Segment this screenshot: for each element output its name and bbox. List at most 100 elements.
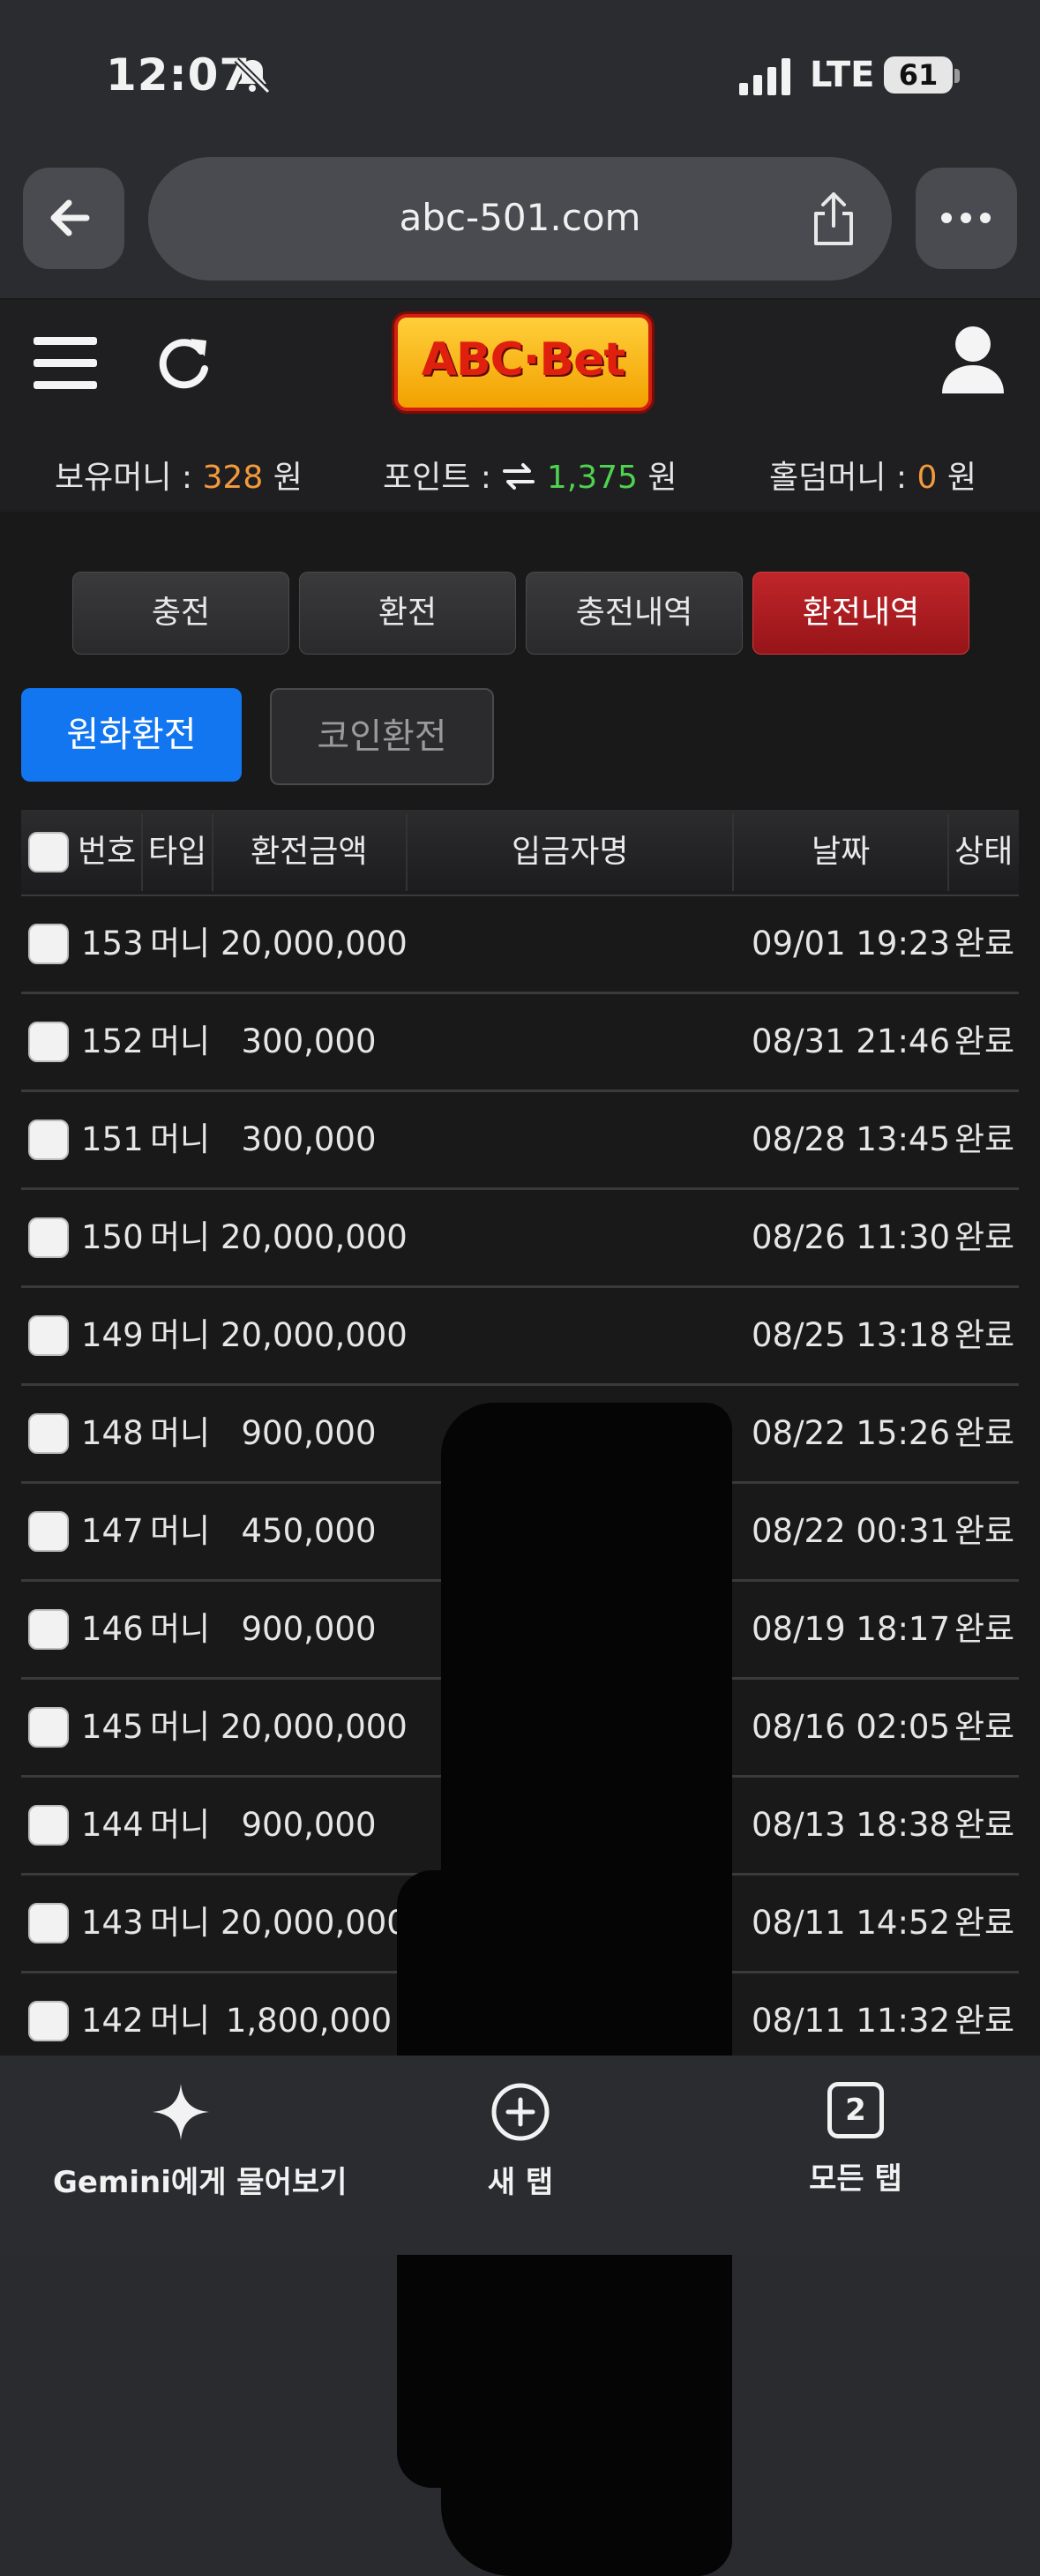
row-status: 완료 (954, 1316, 1015, 1354)
holdem-value: 0 (917, 460, 938, 496)
row-amount: 20,000,000 (221, 1904, 408, 1942)
holdem-unit: 원 (946, 460, 976, 496)
header-status: 상태 (954, 834, 1014, 870)
tab-deposit[interactable]: 충전 (72, 572, 289, 655)
more-options-button[interactable] (916, 168, 1017, 269)
row-type: 머니 (150, 1414, 211, 1452)
row-checkbox[interactable] (28, 1022, 69, 1062)
points-value: 1,375 (546, 460, 638, 496)
row-amount: 900,000 (241, 1610, 377, 1648)
points-label: 포인트 : (383, 460, 491, 496)
tab-withdraw-history[interactable]: 환전내역 (752, 572, 969, 655)
table-row[interactable]: 152 머니 300,000 08/31 21:46 완료 (21, 994, 1019, 1092)
money-unit: 원 (273, 460, 303, 496)
table-row[interactable]: 150 머니 20,000,000 08/26 11:30 완료 (21, 1190, 1019, 1288)
subtab-krw-withdraw[interactable]: 원화환전 (21, 688, 242, 782)
tab-deposit-history[interactable]: 충전내역 (526, 572, 743, 655)
browser-bottom-bar: Gemini에게 물어보기 새 탭 2 모든 탭 (0, 2056, 1040, 2255)
browser-toolbar: abc-501.com (0, 150, 1040, 300)
subtab-coin-withdraw[interactable]: 코인환전 (270, 688, 494, 785)
row-no: 148 (81, 1414, 144, 1452)
bell-muted-icon (234, 57, 271, 94)
tabs-count-icon: 2 (827, 2082, 884, 2138)
row-checkbox[interactable] (28, 1217, 69, 1258)
header-divider (947, 813, 949, 891)
row-type: 머니 (150, 2002, 211, 2040)
row-no: 142 (81, 2002, 144, 2040)
row-no: 152 (81, 1022, 144, 1060)
menu-icon[interactable] (34, 335, 97, 390)
table-row[interactable]: 153 머니 20,000,000 09/01 19:23 완료 (21, 896, 1019, 994)
select-all-checkbox[interactable] (28, 832, 69, 872)
row-checkbox[interactable] (28, 1805, 69, 1846)
row-checkbox[interactable] (28, 924, 69, 964)
header-divider (141, 813, 143, 891)
row-checkbox[interactable] (28, 1413, 69, 1454)
ask-gemini-label: Gemini에게 물어보기 (53, 2165, 348, 2200)
row-no: 153 (81, 925, 144, 962)
logo-text: ABC·Bet (421, 333, 626, 386)
tab-withdraw[interactable]: 환전 (299, 572, 516, 655)
status-bar: 12:07 LTE 61 (0, 0, 1040, 150)
row-date: 08/31 21:46 (752, 1022, 951, 1060)
site-header: ABC·Bet 보유머니 : 328 원 포인트 : 1,375 원 홀덤머니 … (0, 300, 1040, 512)
table-row[interactable]: 149 머니 20,000,000 08/25 13:18 완료 (21, 1288, 1019, 1386)
all-tabs-button[interactable]: 2 모든 탭 (767, 2082, 944, 2198)
money-balance: 보유머니 : 328 원 (55, 452, 303, 498)
row-date: 08/25 13:18 (752, 1316, 951, 1354)
header-divider (406, 813, 408, 891)
more-dots-icon (941, 213, 991, 223)
row-no: 149 (81, 1316, 144, 1354)
row-checkbox[interactable] (28, 2001, 69, 2041)
row-amount: 20,000,000 (221, 1316, 408, 1354)
share-icon[interactable] (809, 191, 858, 247)
row-date: 08/16 02:05 (752, 1708, 951, 1746)
row-status: 완료 (954, 1512, 1015, 1550)
balance-row: 보유머니 : 328 원 포인트 : 1,375 원 홀덤머니 : 0 원 (0, 452, 1040, 496)
holdem-balance: 홀덤머니 : 0 원 (769, 452, 976, 498)
new-tab-button[interactable]: 새 탭 (432, 2082, 609, 2201)
row-checkbox[interactable] (28, 1707, 69, 1748)
row-checkbox[interactable] (28, 1315, 69, 1356)
row-amount: 20,000,000 (221, 925, 408, 962)
arrow-left-icon (50, 199, 90, 236)
row-date: 08/19 18:17 (752, 1610, 951, 1648)
row-status: 완료 (954, 925, 1015, 962)
new-tab-label: 새 탭 (487, 2165, 554, 2200)
row-type: 머니 (150, 1512, 211, 1550)
all-tabs-label: 모든 탭 (809, 2161, 902, 2197)
row-date: 08/11 14:52 (752, 1904, 951, 1942)
row-checkbox[interactable] (28, 1609, 69, 1650)
refresh-icon[interactable] (155, 333, 213, 392)
row-status: 완료 (954, 1120, 1015, 1158)
row-type: 머니 (150, 1316, 211, 1354)
back-button[interactable] (23, 168, 124, 269)
row-no: 147 (81, 1512, 144, 1550)
exchange-arrows-icon[interactable] (501, 462, 536, 490)
url-text[interactable]: abc-501.com (148, 196, 892, 239)
row-no: 143 (81, 1904, 144, 1942)
user-icon[interactable] (940, 325, 1006, 395)
row-type: 머니 (150, 1610, 211, 1648)
ask-gemini-button[interactable]: Gemini에게 물어보기 (53, 2082, 348, 2201)
header-divider (732, 813, 734, 891)
site-logo[interactable]: ABC·Bet (394, 314, 652, 411)
row-type: 머니 (150, 1120, 211, 1158)
row-checkbox[interactable] (28, 1120, 69, 1160)
row-checkbox[interactable] (28, 1511, 69, 1552)
main-content: 충전 환전 충전내역 환전내역 원화환전 코인환전 번호 타입 환전금액 입금자… (0, 512, 1040, 2576)
row-date: 08/28 13:45 (752, 1120, 951, 1158)
table-header: 번호 타입 환전금액 입금자명 날짜 상태 (21, 810, 1019, 896)
points-unit: 원 (647, 460, 677, 496)
row-amount: 20,000,000 (221, 1708, 408, 1746)
row-no: 150 (81, 1218, 144, 1256)
table-row[interactable]: 151 머니 300,000 08/28 13:45 완료 (21, 1092, 1019, 1190)
address-bar[interactable]: abc-501.com (148, 157, 892, 281)
row-date: 08/11 11:32 (752, 2002, 951, 2040)
row-amount: 20,000,000 (221, 1218, 408, 1256)
row-status: 완료 (954, 2002, 1015, 2040)
row-status: 완료 (954, 1610, 1015, 1648)
header-divider (212, 813, 213, 891)
status-time: 12:07 (106, 49, 251, 101)
row-checkbox[interactable] (28, 1903, 69, 1943)
